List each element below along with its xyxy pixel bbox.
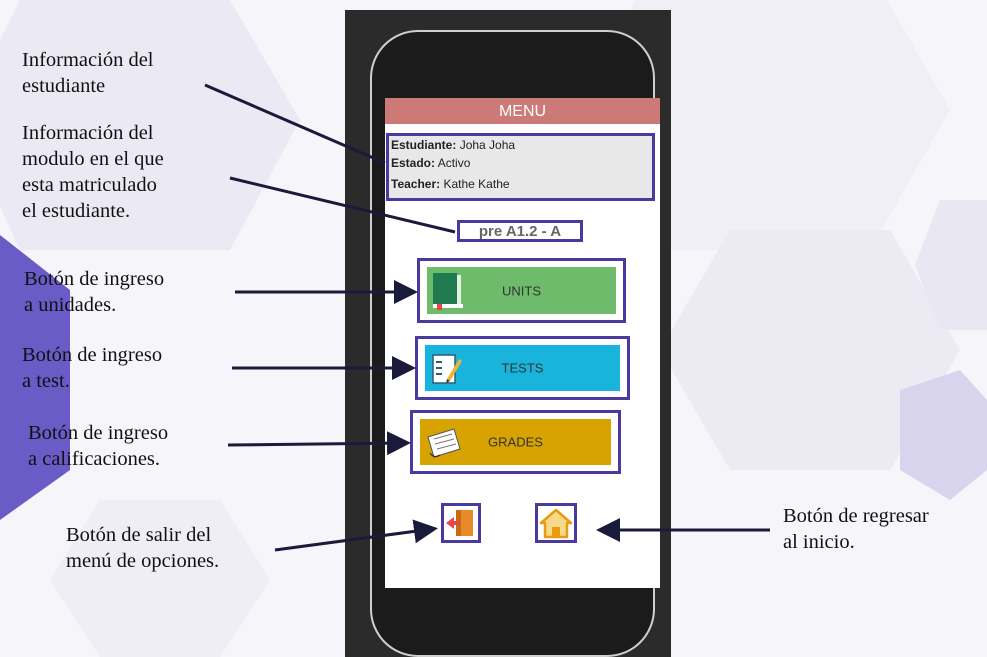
annotation-exit-button: Botón de salir del menú de opciones. xyxy=(66,524,220,572)
grades-arrow xyxy=(227,431,411,456)
annotation-grades-button: Botón de ingreso a calificaciones. xyxy=(28,422,169,470)
annotation-units-button: Botón de ingreso a unidades. xyxy=(24,268,165,316)
exit-arrow xyxy=(274,519,438,552)
annotation-home-button: Botón de regresar al inicio. xyxy=(783,505,929,553)
annotation-module-info: Información del modulo en el que esta ma… xyxy=(22,122,164,222)
annotation-student-info: Información del estudiante xyxy=(22,49,154,97)
student-info-arrow xyxy=(204,83,386,165)
annotation-tests-button: Botón de ingreso a test. xyxy=(22,344,163,392)
module-info-arrow xyxy=(229,176,456,234)
